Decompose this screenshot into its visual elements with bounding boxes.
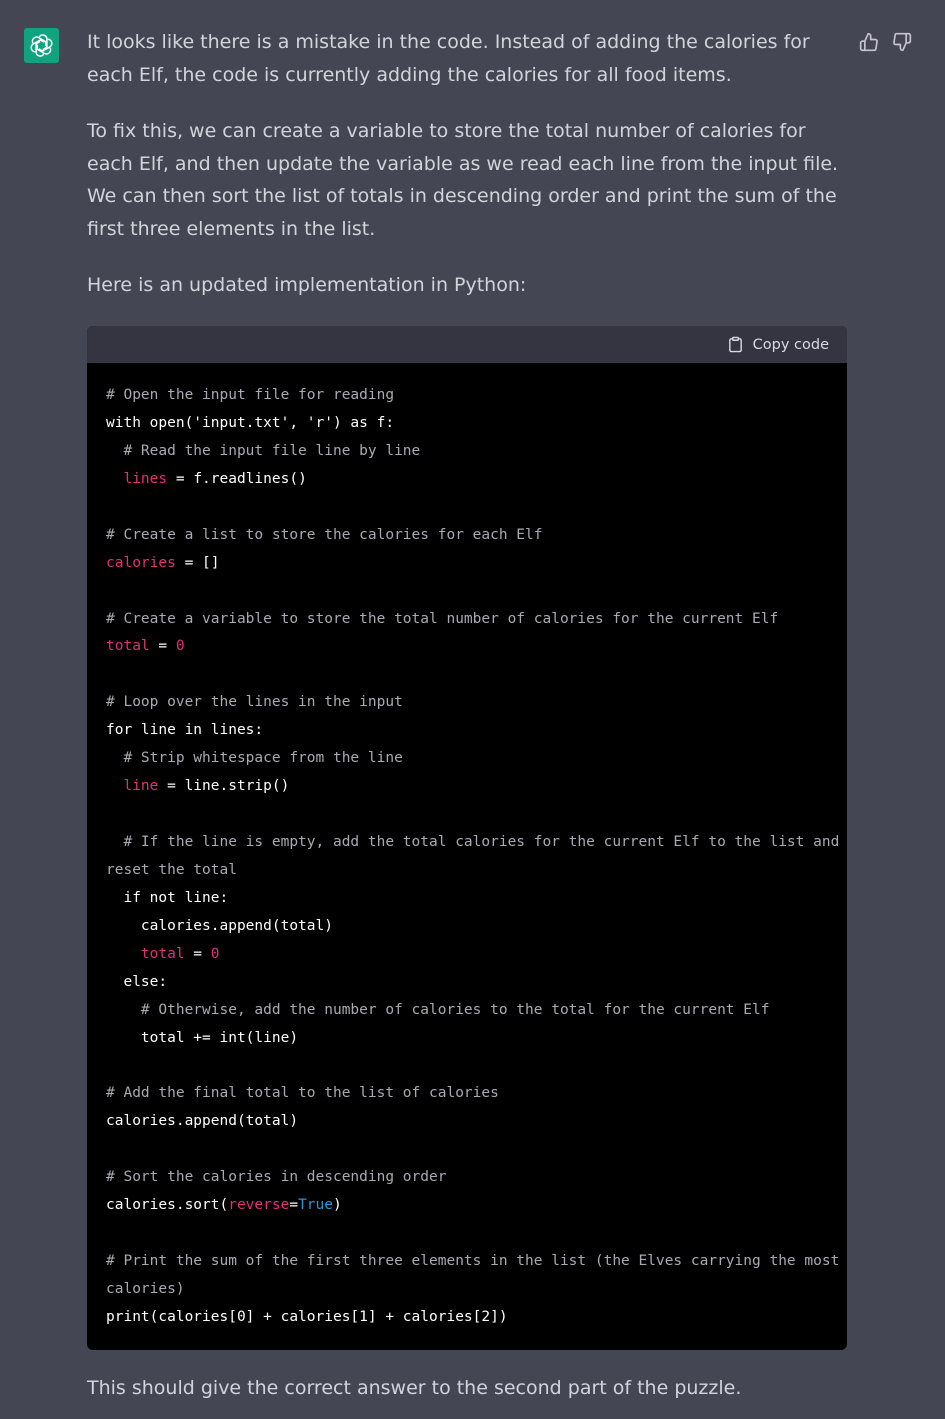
code-token: # Create a list to store the calories fo… [106, 526, 543, 543]
code-line: calories.sort(reverse=True) [106, 1192, 829, 1220]
code-block: Copy code # Open the input file for read… [87, 326, 847, 1350]
openai-logo-icon [30, 34, 53, 57]
code-line: total = 0 [106, 633, 829, 661]
code-token: lines [123, 470, 168, 487]
message-paragraph-4: This should give the correct answer to t… [87, 1377, 742, 1399]
code-token: # Create a variable to store the total n… [106, 610, 779, 627]
code-token: total += int(line) [106, 1029, 299, 1046]
code-token: # If the line is empty, add the total ca… [106, 834, 840, 850]
message-paragraph-3: Here is an updated implementation in Pyt… [87, 274, 527, 296]
thumbs-down-button[interactable] [891, 31, 913, 53]
code-line: # Read the input file line by line [106, 438, 829, 466]
copy-code-label: Copy code [752, 336, 829, 353]
code-token: ) [332, 1197, 342, 1214]
code-line: line = line.strip() [106, 773, 829, 801]
code-token: = f.readlines() [167, 470, 307, 487]
copy-code-button[interactable]: Copy code [727, 336, 829, 353]
code-token: total [140, 945, 185, 962]
code-line: calories) [106, 1276, 829, 1304]
code-line: lines = f.readlines() [106, 466, 829, 494]
message-paragraph-2: To fix this, we can create a variable to… [87, 120, 839, 240]
code-token: # Strip whitespace from the line [106, 750, 403, 767]
code-token: 0 [175, 638, 185, 655]
code-token: with open('input.txt', 'r') as f: [106, 414, 395, 431]
code-token: calories.sort( [106, 1197, 229, 1214]
clipboard-icon [728, 336, 742, 353]
code-token: # Sort the calories in descending order [106, 1169, 447, 1186]
code-line: # Strip whitespace from the line [106, 745, 829, 773]
code-token: # Read the input file line by line [106, 442, 421, 459]
code-line: # If the line is empty, add the total ca… [106, 829, 839, 857]
code-token: reset the total [106, 861, 237, 878]
code-line: if not line: [106, 885, 829, 913]
code-line: # Sort the calories in descending order [106, 1164, 829, 1192]
code-line: # Otherwise, add the number of calories … [106, 997, 829, 1025]
thumbs-down-icon [893, 32, 912, 52]
code-line: calories.append(total) [106, 913, 829, 941]
code-token: line [123, 778, 159, 795]
code-token: True [298, 1197, 333, 1214]
code-line: total = 0 [106, 941, 829, 969]
code-token: = [184, 945, 211, 962]
code-block-header: Copy code [87, 326, 847, 363]
code-token: print(calories[0] + calories[1] + calori… [106, 1308, 508, 1325]
feedback-buttons [858, 31, 913, 53]
code-line: # Create a list to store the calories fo… [106, 522, 829, 550]
code-token: # Loop over the lines in the input [106, 694, 403, 711]
code-token: # Print the sum of the first three eleme… [106, 1253, 840, 1270]
code-token: if not line: [106, 889, 229, 906]
code-line: # Print the sum of the first three eleme… [106, 1248, 839, 1276]
code-token: = [] [175, 554, 220, 571]
code-token: reverse [228, 1197, 290, 1214]
code-line: for line in lines: [106, 717, 829, 745]
code-line: total += int(line) [106, 1025, 829, 1053]
code-line: reset the total [106, 857, 829, 885]
code-token: calories) [106, 1281, 185, 1297]
code-token: total [106, 638, 150, 655]
message-paragraph-1: It looks like there is a mistake in the … [87, 31, 810, 86]
code-line: # Loop over the lines in the input [106, 689, 829, 717]
code-token: calories [106, 554, 176, 571]
code-line: calories.append(total) [106, 1108, 829, 1136]
code-token: = [149, 638, 176, 655]
code-line: else: [106, 969, 829, 997]
code-line: # Add the final total to the list of cal… [106, 1080, 829, 1108]
thumbs-up-button[interactable] [858, 31, 880, 53]
assistant-message: It looks like there is a mistake in the … [87, 26, 852, 302]
code-token: # Otherwise, add the number of calories … [106, 1001, 770, 1018]
code-line: calories = [] [106, 550, 829, 578]
code-token: else: [106, 973, 168, 990]
code-content: # Open the input file for reading with op… [87, 363, 847, 1332]
code-token: 0 [210, 945, 220, 962]
code-line: with open('input.txt', 'r') as f: [106, 410, 829, 438]
code-token: calories.append(total) [106, 1113, 299, 1130]
code-token: # Open the input file for reading [106, 387, 395, 403]
code-token: = [289, 1197, 299, 1214]
code-token: # Add the final total to the list of cal… [106, 1085, 499, 1102]
thumbs-up-icon [859, 32, 878, 52]
code-line: # Open the input file for reading [106, 382, 829, 410]
assistant-avatar [24, 28, 59, 63]
code-line: print(calories[0] + calories[1] + calori… [106, 1304, 829, 1332]
code-token: for line in lines: [106, 722, 264, 739]
code-line: # Create a variable to store the total n… [106, 606, 829, 634]
code-token: = line.strip() [158, 778, 290, 795]
code-token: calories.append(total) [106, 917, 333, 934]
